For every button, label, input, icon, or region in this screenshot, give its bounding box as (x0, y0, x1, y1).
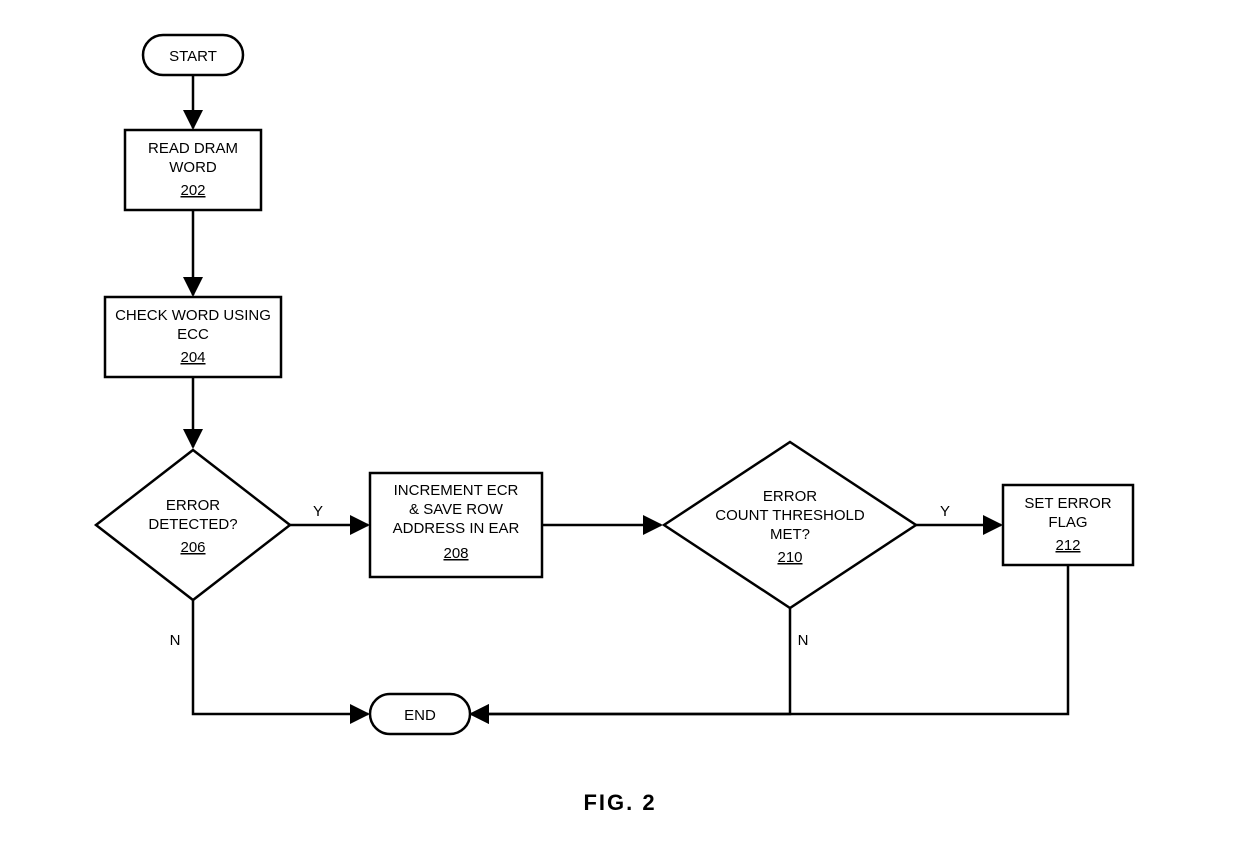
set-flag-line1: SET ERROR (1024, 495, 1111, 512)
increment-line2: & SAVE ROW (409, 501, 504, 518)
check-word-ecc-box: CHECK WORD USING ECC 204 (105, 297, 281, 377)
start-label: START (169, 48, 217, 65)
error-detected-ref: 206 (180, 539, 205, 556)
increment-ref: 208 (443, 545, 468, 562)
check-word-line2: ECC (177, 326, 209, 343)
threshold-ref: 210 (777, 549, 802, 566)
read-dram-word-box: READ DRAM WORD 202 (125, 130, 261, 210)
threshold-line2: COUNT THRESHOLD (715, 507, 865, 524)
threshold-line3: MET? (770, 526, 810, 543)
end-terminal: END (370, 694, 470, 734)
check-word-ref: 204 (180, 349, 205, 366)
figure-label: FIG. 2 (583, 790, 656, 815)
end-label: END (404, 707, 436, 724)
check-word-line1: CHECK WORD USING (115, 307, 271, 324)
detected-no-label: N (170, 632, 181, 649)
read-dram-ref: 202 (180, 182, 205, 199)
threshold-line1: ERROR (763, 488, 817, 505)
increment-line3: ADDRESS IN EAR (393, 520, 520, 537)
detected-yes-label: Y (313, 503, 323, 520)
increment-ecr-box: INCREMENT ECR & SAVE ROW ADDRESS IN EAR … (370, 473, 542, 577)
threshold-decision: ERROR COUNT THRESHOLD MET? 210 (664, 442, 916, 608)
error-detected-line1: ERROR (166, 497, 220, 514)
threshold-no-label: N (798, 632, 809, 649)
set-flag-line2: FLAG (1048, 514, 1087, 531)
threshold-yes-label: Y (940, 503, 950, 520)
read-dram-line1: READ DRAM (148, 140, 238, 157)
error-detected-line2: DETECTED? (148, 516, 237, 533)
error-detected-decision: ERROR DETECTED? 206 (96, 450, 290, 600)
read-dram-line2: WORD (169, 159, 217, 176)
edge-threshold-no (471, 608, 790, 714)
start-terminal: START (143, 35, 243, 75)
edge-detected-no (193, 600, 368, 714)
set-error-flag-box: SET ERROR FLAG 212 (1003, 485, 1133, 565)
increment-line1: INCREMENT ECR (394, 482, 519, 499)
edge-setflag-to-end (471, 565, 1068, 714)
set-flag-ref: 212 (1055, 537, 1080, 554)
flowchart-figure: START READ DRAM WORD 202 CHECK WORD USIN… (0, 0, 1240, 868)
